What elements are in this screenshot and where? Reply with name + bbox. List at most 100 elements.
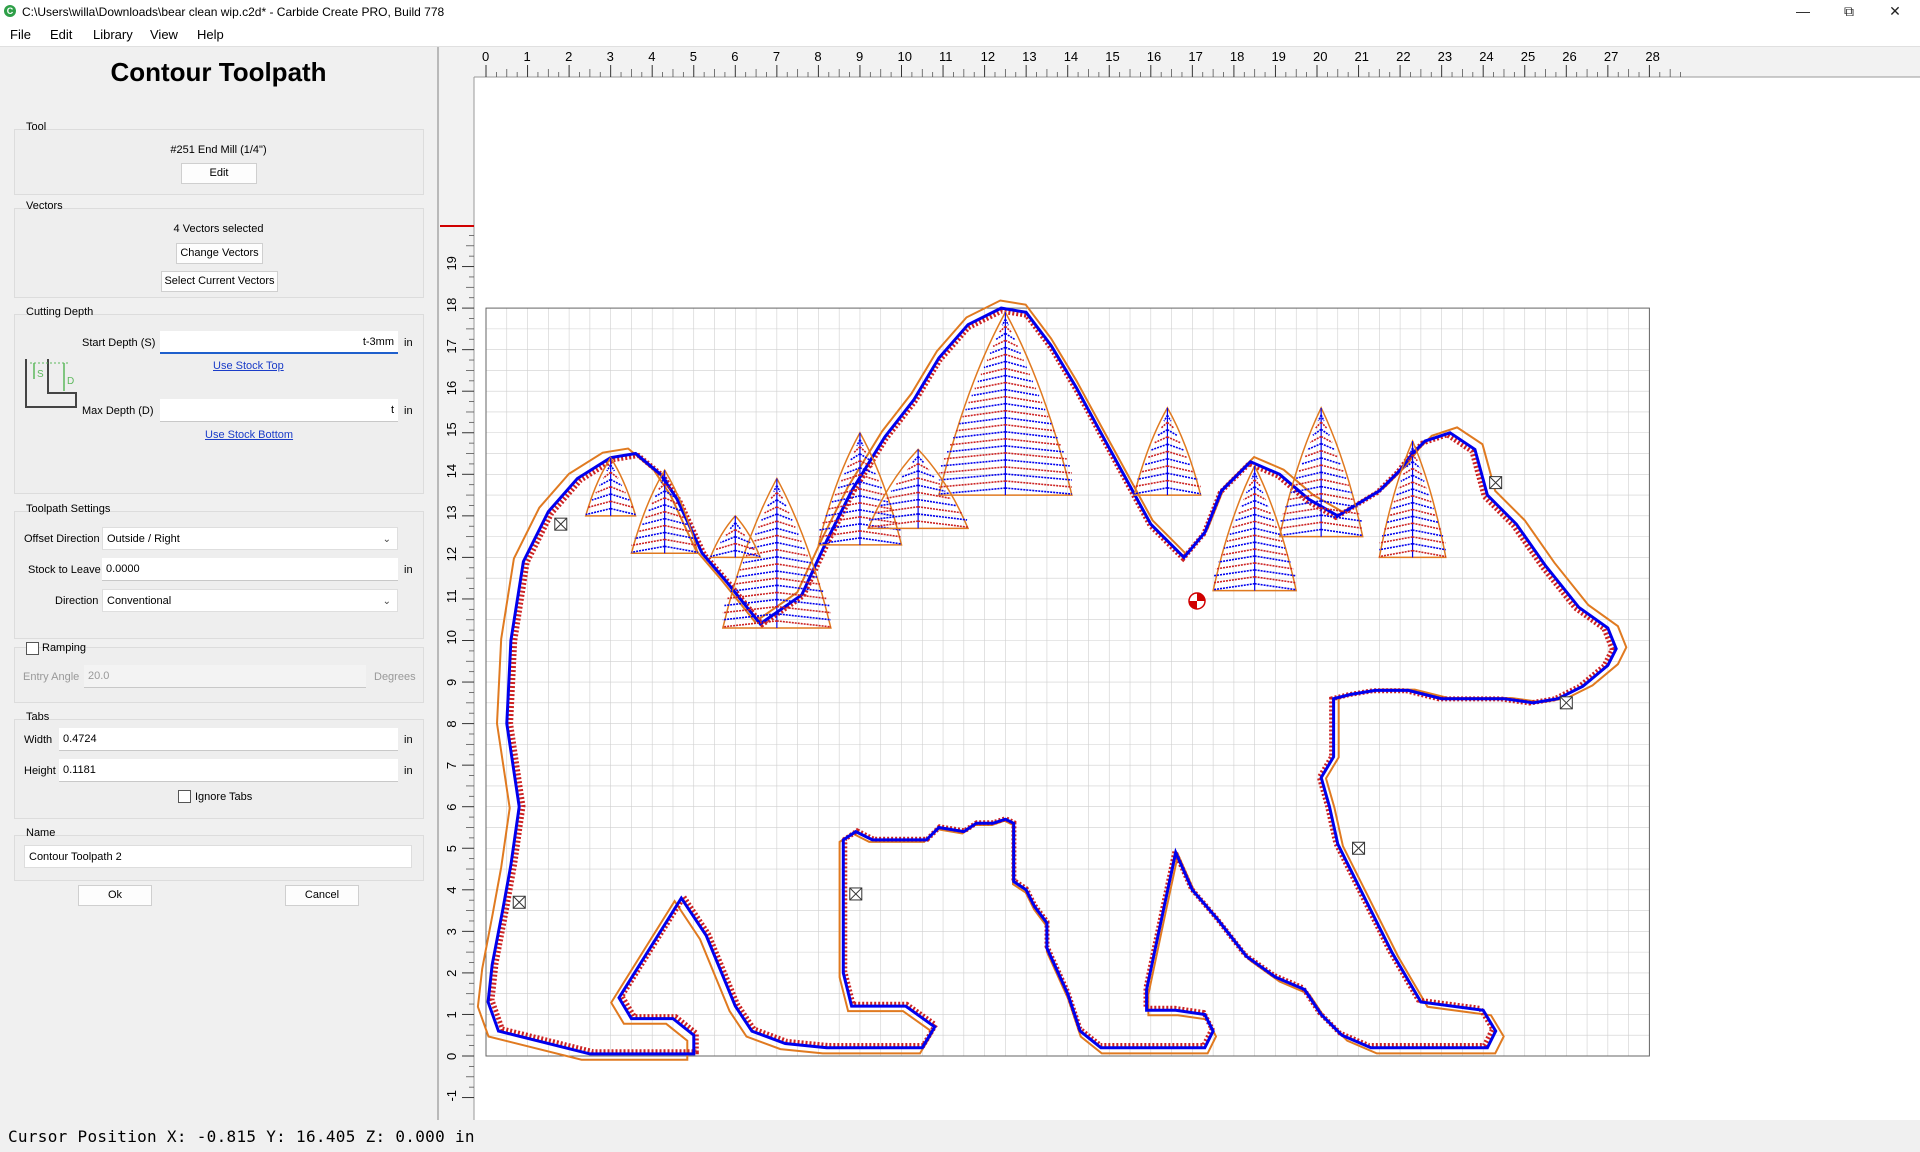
x-tick-label: 13	[1022, 49, 1036, 64]
center-marker-icon	[1188, 592, 1206, 610]
entry-angle-label: Entry Angle	[23, 671, 80, 683]
y-tick-label: 10	[444, 630, 459, 644]
ignore-tabs-checkbox[interactable]	[178, 790, 191, 803]
ok-button[interactable]: Ok	[78, 885, 152, 906]
tool-edit-button[interactable]: Edit	[181, 163, 257, 184]
design-canvas[interactable]: 0 1 2 3 4 5 6 7 8 9 10 11 12 13 14 15 16 17 18 19 20 21 22 23 24…	[440, 47, 1920, 1120]
tabs-label: Tabs	[26, 711, 50, 723]
x-tick-label: 0	[482, 49, 489, 64]
x-tick-label: 1	[524, 49, 531, 64]
cancel-button[interactable]: Cancel	[285, 885, 359, 906]
start-depth-field[interactable]: t-3mm	[160, 331, 398, 354]
offset-direction-select[interactable]: Outside / Right ⌄	[102, 527, 398, 550]
y-tick-label: 11	[444, 589, 459, 603]
x-tick-label: 16	[1147, 49, 1161, 64]
restore-icon[interactable]: ⧉	[1826, 0, 1872, 24]
tab-height-unit: in	[404, 765, 413, 777]
close-icon[interactable]: ✕	[1872, 0, 1918, 24]
offset-direction-label: Offset Direction	[24, 533, 100, 545]
tool-name: #251 End Mill (1/4")	[170, 144, 267, 156]
y-tick-label: 6	[444, 803, 459, 810]
toolpath-name-field[interactable]: Contour Toolpath 2	[24, 845, 412, 868]
y-tick-label: 14	[444, 464, 459, 478]
carbide-create-icon: C	[4, 5, 16, 17]
diagram-s-label: S	[37, 369, 44, 380]
cursor-position: Cursor Position X: -0.815 Y: 16.405 Z: 0…	[8, 1127, 475, 1146]
bear-vector-path[interactable]	[486, 306, 1618, 1056]
minimize-icon[interactable]: —	[1780, 0, 1826, 24]
panel-title: Contour Toolpath	[110, 57, 327, 87]
y-tick-label: 1	[444, 1011, 459, 1018]
tree-vector[interactable]	[584, 456, 637, 517]
entry-angle-unit: Degrees	[374, 671, 416, 683]
offset-direction-value: Outside / Right	[107, 533, 180, 545]
ramping-checkbox[interactable]	[26, 642, 39, 655]
direction-label: Direction	[55, 595, 99, 607]
x-tick-label: 19	[1271, 49, 1285, 64]
x-tick-label: 5	[690, 49, 697, 64]
contour-toolpath-panel: Contour Toolpath Tool #251 End Mill (1/4…	[0, 47, 439, 1120]
change-vectors-button[interactable]: Change Vectors	[176, 243, 263, 264]
menu-help[interactable]: Help	[197, 27, 224, 42]
x-tick-label: 18	[1230, 49, 1244, 64]
y-tick-label: 4	[444, 887, 459, 894]
x-tick-label: 20	[1313, 49, 1327, 64]
x-tick-label: 6	[731, 49, 738, 64]
ramping-label: Ramping	[42, 642, 87, 654]
bear-contour[interactable]	[476, 299, 1628, 1061]
start-depth-unit: in	[404, 337, 413, 349]
stock-to-leave-field[interactable]: 0.0000	[102, 558, 398, 581]
vectors-group-label: Vectors	[26, 200, 63, 212]
tree-vector[interactable]	[867, 448, 970, 530]
canvas-svg[interactable]: 0 1 2 3 4 5 6 7 8 9 10 11 12 13 14 15 16 17 18 19 20 21 22 23 24…	[440, 47, 1920, 1120]
direction-value: Conventional	[107, 595, 172, 607]
x-tick-label: 2	[565, 49, 572, 64]
select-current-vectors-button[interactable]: Select Current Vectors	[161, 271, 278, 292]
y-tick-label: 7	[444, 762, 459, 769]
max-depth-field[interactable]: t	[160, 399, 398, 422]
chevron-down-icon: ⌄	[382, 534, 391, 545]
x-tick-label: 15	[1105, 49, 1119, 64]
menu-library[interactable]: Library	[93, 27, 133, 42]
use-stock-top-link[interactable]: Use Stock Top	[213, 360, 284, 372]
name-label: Name	[26, 827, 56, 839]
chevron-down-icon: ⌄	[382, 596, 391, 607]
tree-vector[interactable]	[1278, 406, 1364, 538]
x-tick-label: 22	[1396, 49, 1410, 64]
start-depth-label: Start Depth (S)	[82, 337, 156, 349]
tab-width-field[interactable]: 0.4724	[59, 728, 398, 751]
x-tick-label: 28	[1645, 49, 1659, 64]
x-tick-label: 10	[898, 49, 912, 64]
y-tick-label: 19	[444, 256, 459, 270]
y-tick-label: 13	[444, 505, 459, 519]
tree-vector[interactable]	[1133, 406, 1202, 496]
y-tick-label: 9	[444, 679, 459, 686]
tab-height-field[interactable]: 0.1181	[59, 759, 398, 782]
x-tick-label: 9	[856, 49, 863, 64]
stock-to-leave-label: Stock to Leave	[28, 564, 101, 576]
x-tick-label: 17	[1188, 49, 1202, 64]
menu-edit[interactable]: Edit	[50, 27, 72, 42]
use-stock-bottom-link[interactable]: Use Stock Bottom	[205, 429, 293, 441]
y-tick-label: 18	[444, 298, 459, 312]
cutting-depth-label: Cutting Depth	[26, 306, 94, 318]
y-tick-label: 5	[444, 845, 459, 852]
top-ruler	[440, 47, 1920, 77]
y-tick-label: 2	[444, 970, 459, 977]
x-tick-label: 26	[1562, 49, 1576, 64]
y-tick-label: 17	[444, 339, 459, 353]
menu-view[interactable]: View	[150, 27, 178, 42]
x-tick-label: 7	[773, 49, 780, 64]
tree-vector[interactable]	[630, 468, 699, 554]
tree-vector[interactable]	[1378, 439, 1447, 559]
x-tick-label: 21	[1355, 49, 1369, 64]
y-tick-label: 8	[444, 720, 459, 727]
entry-angle-field: 20.0	[84, 665, 366, 688]
menu-file[interactable]: File	[10, 27, 31, 42]
y-tick-label: 15	[444, 422, 459, 436]
toolpath-settings-label: Toolpath Settings	[26, 503, 111, 515]
status-bar: Cursor Position X: -0.815 Y: 16.405 Z: 0…	[0, 1122, 1920, 1152]
stock-to-leave-unit: in	[404, 564, 413, 576]
direction-select[interactable]: Conventional ⌄	[102, 589, 398, 612]
title-bar: C C:\Users\willa\Downloads\bear clean wi…	[0, 0, 1920, 24]
